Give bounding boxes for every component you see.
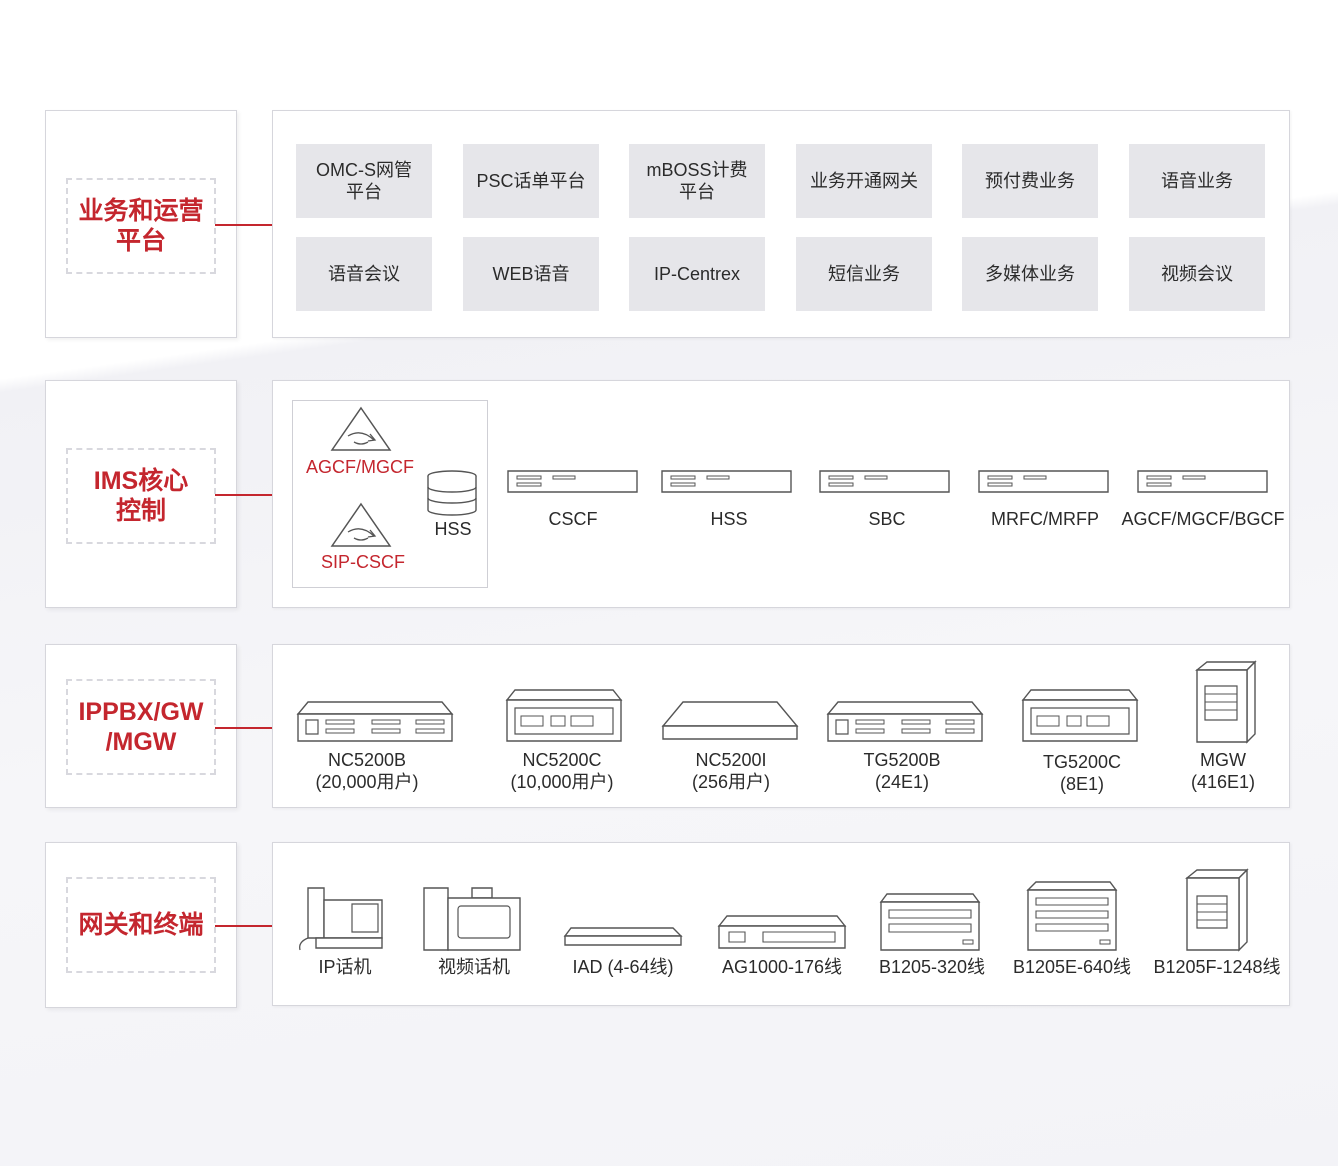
- server-agcf-mgcf-bgcf-label: AGCF/MGCF/BGCF: [1121, 509, 1285, 529]
- service-mboss: mBOSS计费 平台: [629, 144, 765, 218]
- tg5200b-label: TG5200B (24E1): [863, 750, 941, 792]
- nc5200b-label: NC5200B (20,000用户): [315, 750, 419, 792]
- ag1000-label: AG1000-176线: [721, 957, 843, 977]
- nc5200c-label: NC5200C (10,000用户): [510, 750, 614, 792]
- connector-ims: [215, 494, 273, 496]
- mgw-label: MGW (416E1): [1190, 750, 1256, 792]
- service-psc: PSC话单平台: [463, 144, 599, 218]
- layer-label-ippbx: IPPBX/GW /MGW: [66, 679, 216, 775]
- hss-cluster-label: HSS: [434, 519, 472, 539]
- server-mrfc-label: MRFC/MRFP: [991, 509, 1099, 529]
- nc5200i-label: NC5200I (256用户): [691, 750, 771, 792]
- connector-ippbx: [215, 727, 273, 729]
- iad-label: IAD (4-64线): [572, 957, 674, 977]
- b1205-label: B1205-320线: [878, 957, 986, 977]
- server-sbc-icon: [819, 470, 951, 494]
- b1205f-cabinet-icon: [1185, 868, 1249, 952]
- server-cscf-label: CSCF: [548, 509, 598, 529]
- ip-phone-icon: [296, 886, 386, 952]
- service-prepaid: 预付费业务: [962, 144, 1098, 218]
- b1205e-label: B1205E-640线: [1012, 957, 1132, 977]
- service-ip-centrex: IP-Centrex: [629, 237, 765, 311]
- ip-phone-label: IP话机: [318, 957, 372, 977]
- server-hss-icon: [661, 470, 793, 494]
- service-voice-conference: 语音会议: [296, 237, 432, 311]
- server-cscf-icon: [507, 470, 639, 494]
- hss-database-icon: [426, 470, 478, 516]
- server-sbc-label: SBC: [868, 509, 906, 529]
- service-multimedia: 多媒体业务: [962, 237, 1098, 311]
- ag1000-gateway-icon: [717, 914, 847, 950]
- tg5200c-label: TG5200C (8E1): [1042, 752, 1122, 794]
- service-voice: 语音业务: [1129, 144, 1265, 218]
- layer-label-business: 业务和运营 平台: [66, 178, 216, 274]
- layer-label-box-terminals: 网关和终端: [45, 842, 237, 1008]
- service-video-conference: 视频会议: [1129, 237, 1265, 311]
- layer-label-box-ippbx: IPPBX/GW /MGW: [45, 644, 237, 808]
- layer-label-terminals: 网关和终端: [66, 877, 216, 973]
- b1205-chassis-icon: [879, 892, 983, 952]
- layer-label-ims: IMS核心 控制: [66, 448, 216, 544]
- iad-icon: [563, 926, 683, 948]
- nc5200b-rack-icon: [296, 700, 454, 744]
- connector-business: [215, 224, 273, 226]
- mgw-cabinet-icon: [1195, 660, 1257, 744]
- service-web-voice: WEB语音: [463, 237, 599, 311]
- layer-label-box-ims: IMS核心 控制: [45, 380, 237, 608]
- video-phone-label: 视频话机: [438, 957, 510, 977]
- service-omc-s: OMC-S网管 平台: [296, 144, 432, 218]
- b1205e-chassis-icon: [1026, 880, 1120, 952]
- b1205f-label: B1205F-1248线: [1153, 957, 1281, 977]
- server-mrfc-icon: [978, 470, 1110, 494]
- tg5200c-box-icon: [1021, 688, 1139, 744]
- nc5200i-flat-icon: [661, 700, 799, 742]
- server-hss-label: HSS: [710, 509, 748, 529]
- nc5200c-box-icon: [505, 688, 623, 744]
- connector-terminals: [215, 925, 273, 927]
- server-agcf-icon: [1137, 470, 1269, 494]
- agcf-mgcf-label: AGCF/MGCF: [306, 457, 414, 477]
- sip-cscf-label: SIP-CSCF: [320, 552, 406, 572]
- layer-label-box-business: 业务和运营 平台: [45, 110, 237, 338]
- sip-cscf-triangle-icon: [330, 502, 392, 548]
- service-provisioning: 业务开通网关: [796, 144, 932, 218]
- tg5200b-rack-icon: [826, 700, 984, 744]
- agcf-triangle-icon: [330, 406, 392, 452]
- service-sms: 短信业务: [796, 237, 932, 311]
- video-phone-icon: [422, 886, 524, 952]
